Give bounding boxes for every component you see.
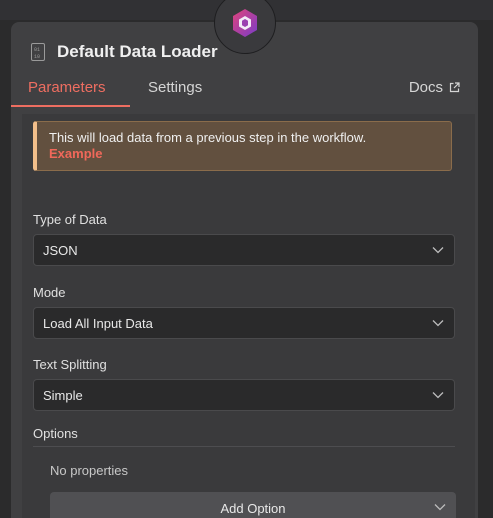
mode-value: Load All Input Data xyxy=(43,316,153,331)
mode-label: Mode xyxy=(33,285,66,300)
svg-text:01: 01 xyxy=(34,47,40,53)
parameters-content: This will load data from a previous step… xyxy=(22,114,475,518)
type-of-data-select[interactable]: JSON xyxy=(33,234,455,266)
chevron-down-icon xyxy=(432,320,444,327)
page: 01 10 Default Data Loader Parameters Set… xyxy=(0,0,493,518)
logo-icon xyxy=(233,9,257,37)
tab-parameters[interactable]: Parameters xyxy=(28,79,106,96)
info-notice: This will load data from a previous step… xyxy=(33,121,452,171)
text-splitting-label: Text Splitting xyxy=(33,357,107,372)
chevron-down-icon xyxy=(434,504,446,511)
text-splitting-select[interactable]: Simple xyxy=(33,379,455,411)
notice-text: This will load data from a previous step… xyxy=(49,130,367,145)
mode-select[interactable]: Load All Input Data xyxy=(33,307,455,339)
svg-text:10: 10 xyxy=(34,54,40,60)
type-of-data-label: Type of Data xyxy=(33,212,107,227)
docs-link[interactable]: Docs xyxy=(409,79,460,96)
docs-label: Docs xyxy=(408,79,443,96)
node-settings-panel: 01 10 Default Data Loader Parameters Set… xyxy=(11,22,478,518)
tab-settings[interactable]: Settings xyxy=(148,79,202,96)
tab-bar: Parameters Settings Docs xyxy=(11,77,478,107)
external-link-icon xyxy=(449,82,460,93)
active-tab-indicator xyxy=(11,105,130,107)
type-of-data-value: JSON xyxy=(43,243,78,258)
text-splitting-value: Simple xyxy=(43,388,83,403)
options-divider xyxy=(33,446,455,447)
add-option-button[interactable]: Add Option xyxy=(50,492,456,518)
options-heading: Options xyxy=(33,426,78,441)
node-title: Default Data Loader xyxy=(57,42,218,61)
notice-example-link[interactable]: Example xyxy=(49,146,451,162)
add-option-label: Add Option xyxy=(220,501,286,516)
no-properties-text: No properties xyxy=(50,463,129,478)
document-icon: 01 10 xyxy=(31,43,45,61)
chevron-down-icon xyxy=(432,247,444,254)
chevron-down-icon xyxy=(432,392,444,399)
